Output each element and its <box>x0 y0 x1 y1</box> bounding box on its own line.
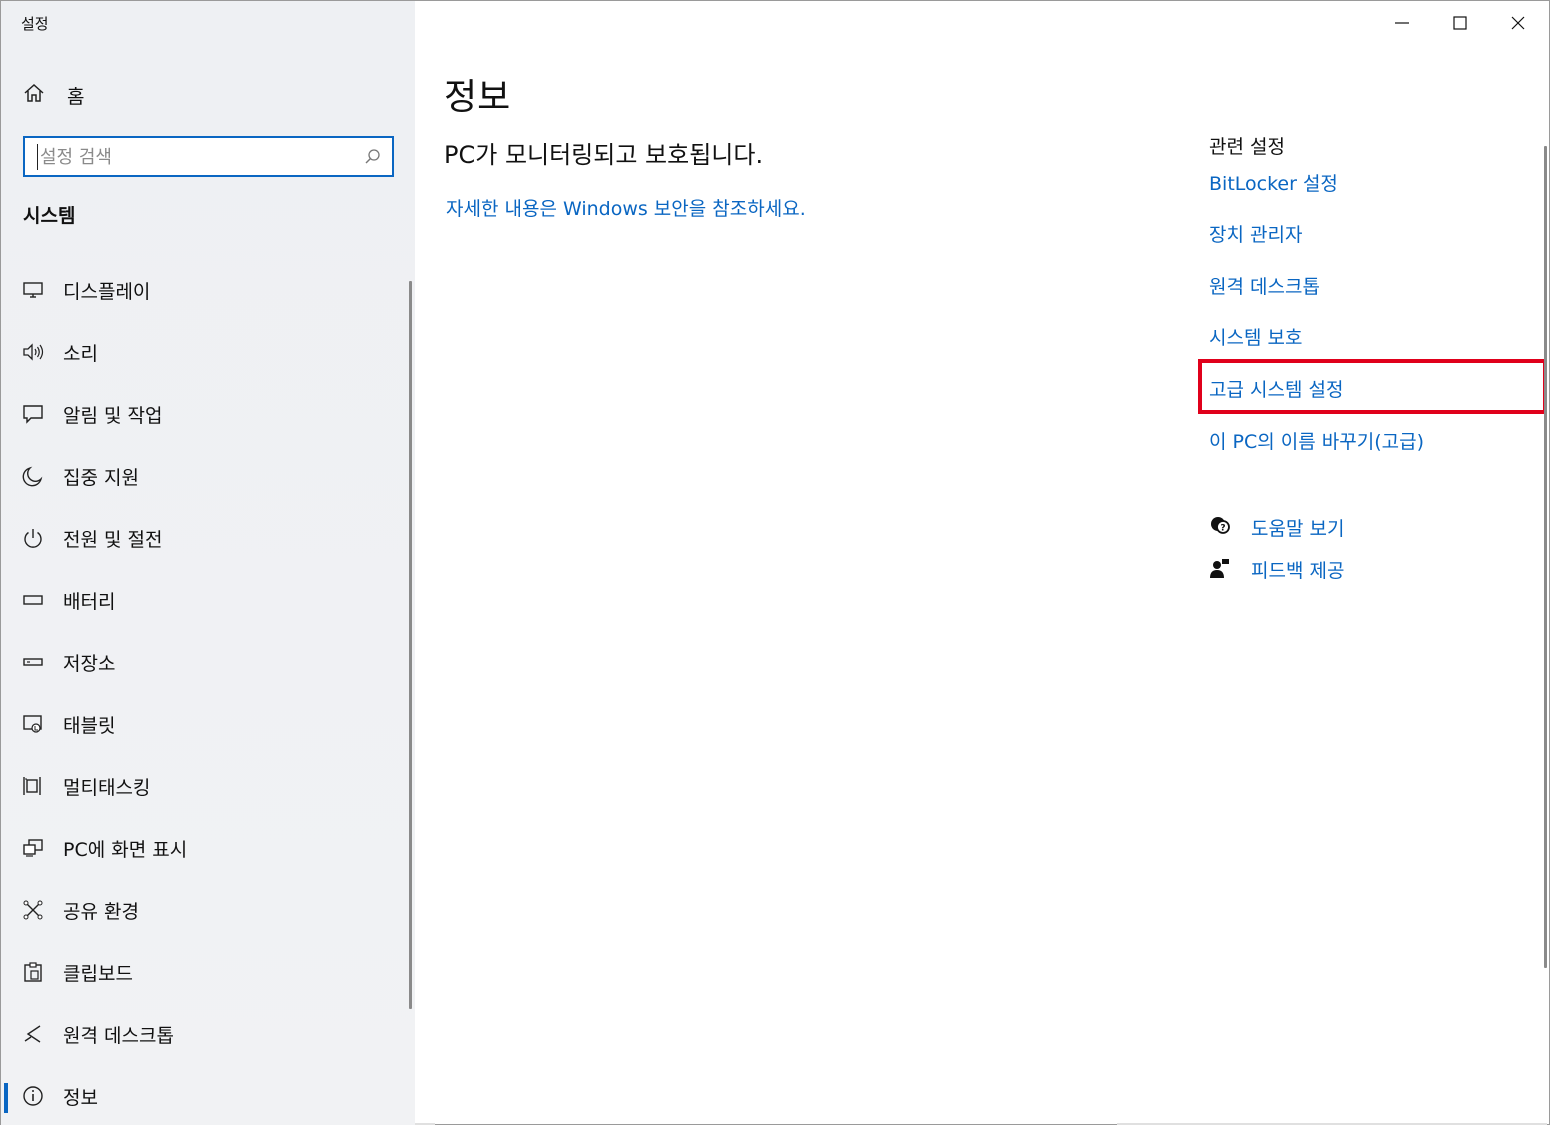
minimize-button[interactable] <box>1373 1 1431 45</box>
search-input[interactable] <box>37 144 357 170</box>
sidebar-item-power-sleep[interactable]: 전원 및 절전 <box>1 507 411 569</box>
sidebar-item-label: 알림 및 작업 <box>63 404 163 427</box>
help-chat-icon: ? <box>1209 515 1231 541</box>
sidebar-item-label: 저장소 <box>63 652 116 675</box>
remote-desktop-link[interactable]: 원격 데스크톱 <box>1209 272 1320 299</box>
sidebar-item-battery[interactable]: 배터리 <box>1 569 411 631</box>
sidebar-nav: 디스플레이 소리 알림 및 작업 집중 지원 전원 및 절전 배터리 저장소 태… <box>1 259 411 1125</box>
search-box[interactable] <box>23 136 394 177</box>
project-icon <box>21 836 45 860</box>
sidebar-item-storage[interactable]: 저장소 <box>1 631 411 693</box>
remote-desktop-icon <box>21 1022 45 1046</box>
close-button[interactable] <box>1489 1 1547 45</box>
sidebar-item-shared-experiences[interactable]: 공유 환경 <box>1 879 411 941</box>
give-feedback-link[interactable]: 피드백 제공 <box>1209 556 1344 583</box>
highlight-box <box>1198 359 1547 414</box>
clipboard-icon <box>21 960 45 984</box>
close-icon <box>1511 16 1525 30</box>
protection-status-text: PC가 모니터링되고 보호됩니다. <box>444 141 764 169</box>
moon-icon <box>21 464 45 488</box>
sidebar-item-label: 태블릿 <box>63 714 116 737</box>
sidebar-item-label: 소리 <box>63 342 98 365</box>
sidebar-item-project[interactable]: PC에 화면 표시 <box>1 817 411 879</box>
feedback-person-icon <box>1209 557 1231 583</box>
get-help-label: 도움말 보기 <box>1251 518 1345 540</box>
sidebar-item-display[interactable]: 디스플레이 <box>1 259 411 321</box>
sidebar-item-label: 집중 지원 <box>63 466 139 489</box>
sidebar-item-about[interactable]: 정보 <box>1 1065 411 1125</box>
svg-text:?: ? <box>1220 523 1225 533</box>
minimize-icon <box>1395 22 1409 24</box>
sidebar-item-label: 원격 데스크톱 <box>63 1024 174 1047</box>
sidebar-item-label: PC에 화면 표시 <box>63 838 188 861</box>
notification-icon <box>21 402 45 426</box>
sidebar-item-label: 멀티태스킹 <box>63 776 151 799</box>
speaker-icon <box>21 340 45 364</box>
sidebar-item-label: 정보 <box>63 1086 98 1109</box>
sidebar: 설정 홈 시스템 디스플레이 소리 알림 및 <box>1 1 415 1125</box>
maximize-icon <box>1453 16 1467 30</box>
get-help-link[interactable]: ? 도움말 보기 <box>1209 514 1344 541</box>
multitasking-icon <box>21 774 45 798</box>
sidebar-item-label: 디스플레이 <box>63 280 151 303</box>
app-title: 설정 <box>21 15 49 33</box>
shared-experiences-icon <box>21 898 45 922</box>
sidebar-item-label: 공유 환경 <box>63 900 139 923</box>
home-icon <box>23 82 45 108</box>
sidebar-item-label: 전원 및 절전 <box>63 528 163 551</box>
info-icon <box>21 1084 45 1108</box>
rename-pc-link[interactable]: 이 PC의 이름 바꾸기(고급) <box>1209 427 1424 454</box>
give-feedback-label: 피드백 제공 <box>1251 560 1345 582</box>
device-manager-link[interactable]: 장치 관리자 <box>1209 220 1302 247</box>
bitlocker-settings-link[interactable]: BitLocker 설정 <box>1209 169 1338 196</box>
search-icon[interactable] <box>364 148 382 166</box>
sidebar-item-label: 배터리 <box>63 590 116 613</box>
storage-icon <box>21 650 45 674</box>
sidebar-item-remote-desktop[interactable]: 원격 데스크톱 <box>1 1003 411 1065</box>
battery-icon <box>21 588 45 612</box>
tablet-icon <box>21 712 45 736</box>
main-scrollbar[interactable] <box>1544 146 1547 968</box>
sidebar-item-label: 클립보드 <box>63 962 133 985</box>
sidebar-item-sound[interactable]: 소리 <box>1 321 411 383</box>
sidebar-item-multitasking[interactable]: 멀티태스킹 <box>1 755 411 817</box>
home-label: 홈 <box>67 85 85 108</box>
display-icon <box>21 278 45 302</box>
sidebar-scrollbar[interactable] <box>409 281 412 1009</box>
section-title: 시스템 <box>23 205 76 227</box>
page-title: 정보 <box>444 77 511 118</box>
power-icon <box>21 526 45 550</box>
settings-window: 설정 홈 시스템 디스플레이 소리 알림 및 <box>0 0 1550 1125</box>
home-nav[interactable]: 홈 <box>23 81 84 109</box>
windows-security-link[interactable]: 자세한 내용은 Windows 보안을 참조하세요. <box>446 194 806 221</box>
sidebar-item-clipboard[interactable]: 클립보드 <box>1 941 411 1003</box>
system-protection-link[interactable]: 시스템 보호 <box>1209 323 1302 350</box>
sidebar-item-focus-assist[interactable]: 집중 지원 <box>1 445 411 507</box>
sidebar-item-tablet[interactable]: 태블릿 <box>1 693 411 755</box>
related-settings-title: 관련 설정 <box>1209 136 1285 158</box>
maximize-button[interactable] <box>1431 1 1489 45</box>
sidebar-item-notifications[interactable]: 알림 및 작업 <box>1 383 411 445</box>
